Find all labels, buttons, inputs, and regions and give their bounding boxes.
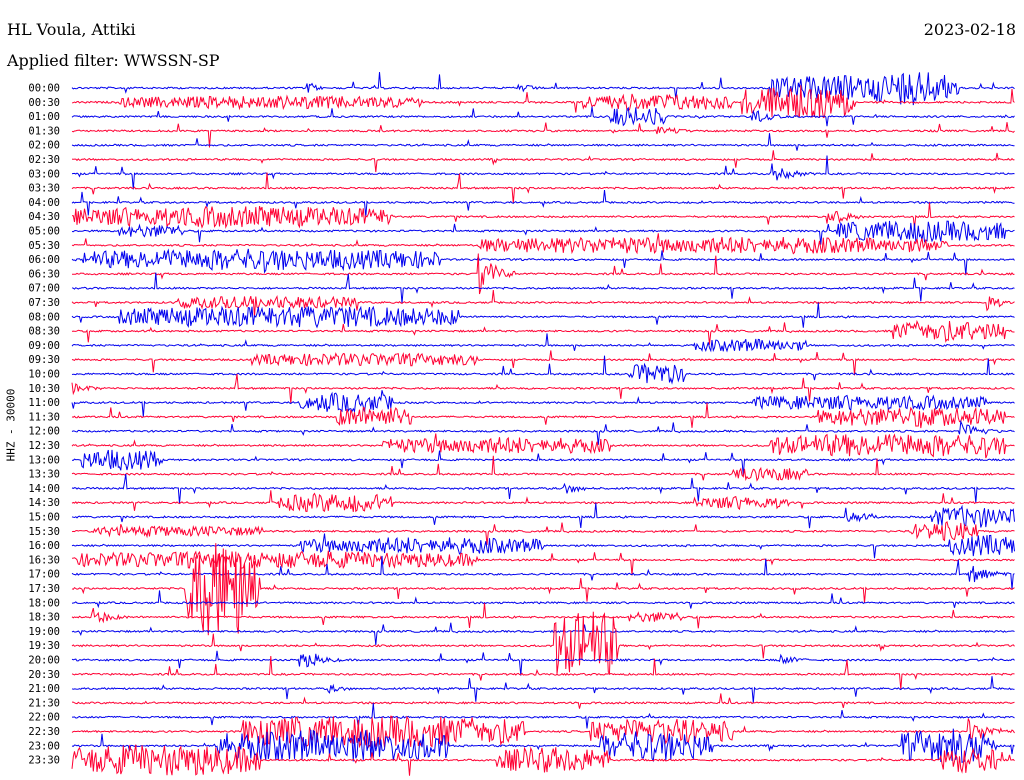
time-tick-label: 01:00: [28, 111, 60, 123]
trace-line: [71, 602, 1015, 629]
traces-group: [71, 72, 1015, 776]
trace-line: [71, 419, 1015, 445]
time-tick-label: 19:00: [28, 626, 60, 638]
trace-line: [71, 543, 1015, 636]
time-tick-label: 11:30: [28, 411, 60, 423]
time-tick-label: 13:30: [28, 469, 60, 481]
time-tick-label: 00:00: [28, 83, 60, 95]
time-tick-label: 08:30: [28, 326, 60, 338]
time-tick-label: 15:30: [28, 526, 60, 538]
trace-line: [71, 85, 1015, 119]
time-tick-label: 02:30: [28, 154, 60, 166]
trace-line: [71, 520, 1015, 545]
trace-line: [71, 272, 1015, 304]
time-tick-label: 23:30: [28, 755, 60, 767]
trace-line: [71, 744, 1015, 776]
trace-line: [71, 502, 1015, 529]
trace-line: [71, 106, 1015, 127]
trace-line: [71, 150, 1015, 173]
trace-line: [71, 350, 1015, 376]
trace-line: [71, 333, 1015, 353]
time-tick-label: 18:00: [28, 597, 60, 609]
trace-line: [72, 693, 1015, 709]
time-tick-label: 11:00: [28, 397, 60, 409]
time-tick-label: 09:00: [28, 340, 60, 352]
trace-line: [71, 676, 1015, 704]
time-tick-label: 00:30: [28, 97, 60, 109]
time-tick-label: 17:00: [28, 569, 60, 581]
trace-line: [71, 590, 1015, 609]
time-tick-label: 12:30: [28, 440, 60, 452]
seismogram-plot: 00:00 00:30 01:00 01:30 02:00 02:30 03:00 03:30…: [28, 72, 1015, 776]
time-tick-label: 23:00: [28, 740, 60, 752]
time-tick-label: 02:00: [28, 140, 60, 152]
time-ticks-group: 00:00 00:30 01:00 01:30 02:00 02:30 03:00 03:30…: [28, 83, 60, 767]
trace-line: [71, 715, 1015, 749]
time-tick-label: 13:00: [28, 454, 60, 466]
trace-line: [71, 533, 1015, 559]
trace-line: [71, 650, 1015, 676]
trace-line: [71, 133, 1015, 151]
time-tick-label: 22:00: [28, 712, 60, 724]
trace-line: [71, 373, 1015, 404]
time-tick-label: 10:30: [28, 383, 60, 395]
time-tick-label: 14:00: [28, 483, 60, 495]
time-tick-label: 15:00: [28, 512, 60, 524]
trace-line: [71, 611, 1015, 675]
time-tick-label: 09:30: [28, 354, 60, 366]
time-tick-label: 05:00: [28, 226, 60, 238]
trace-line: [71, 490, 1015, 513]
time-tick-label: 16:00: [28, 540, 60, 552]
trace-line: [71, 473, 1015, 504]
time-tick-label: 05:30: [28, 240, 60, 252]
time-tick-label: 07:00: [28, 283, 60, 295]
time-tick-label: 20:30: [28, 669, 60, 681]
time-tick-label: 16:30: [28, 554, 60, 566]
time-tick-label: 03:00: [28, 168, 60, 180]
time-tick-label: 08:00: [28, 311, 60, 323]
trace-line: [71, 248, 1015, 276]
time-tick-label: 10:00: [28, 369, 60, 381]
time-tick-label: 07:30: [28, 297, 60, 309]
time-tick-label: 06:30: [28, 268, 60, 280]
trace-line: [71, 449, 1015, 476]
time-tick-label: 18:30: [28, 612, 60, 624]
trace-line: [72, 703, 1015, 729]
trace-line: [71, 155, 1015, 190]
time-tick-label: 20:00: [28, 655, 60, 667]
trace-line: [71, 433, 1015, 459]
time-tick-label: 06:00: [28, 254, 60, 266]
time-tick-label: 12:00: [28, 426, 60, 438]
time-tick-label: 04:30: [28, 211, 60, 223]
time-tick-label: 21:00: [28, 683, 60, 695]
trace-line: [71, 172, 1015, 204]
time-tick-label: 01:30: [28, 125, 60, 137]
time-tick-label: 04:00: [28, 197, 60, 209]
time-tick-label: 19:30: [28, 640, 60, 652]
trace-line: [71, 302, 1015, 329]
trace-line: [71, 402, 1015, 429]
trace-line: [71, 319, 1015, 345]
time-tick-label: 22:30: [28, 726, 60, 738]
trace-line: [71, 122, 1015, 148]
time-tick-label: 14:30: [28, 497, 60, 509]
time-tick-label: 21:30: [28, 697, 60, 709]
time-tick-label: 17:30: [28, 583, 60, 595]
time-tick-label: 03:30: [28, 183, 60, 195]
